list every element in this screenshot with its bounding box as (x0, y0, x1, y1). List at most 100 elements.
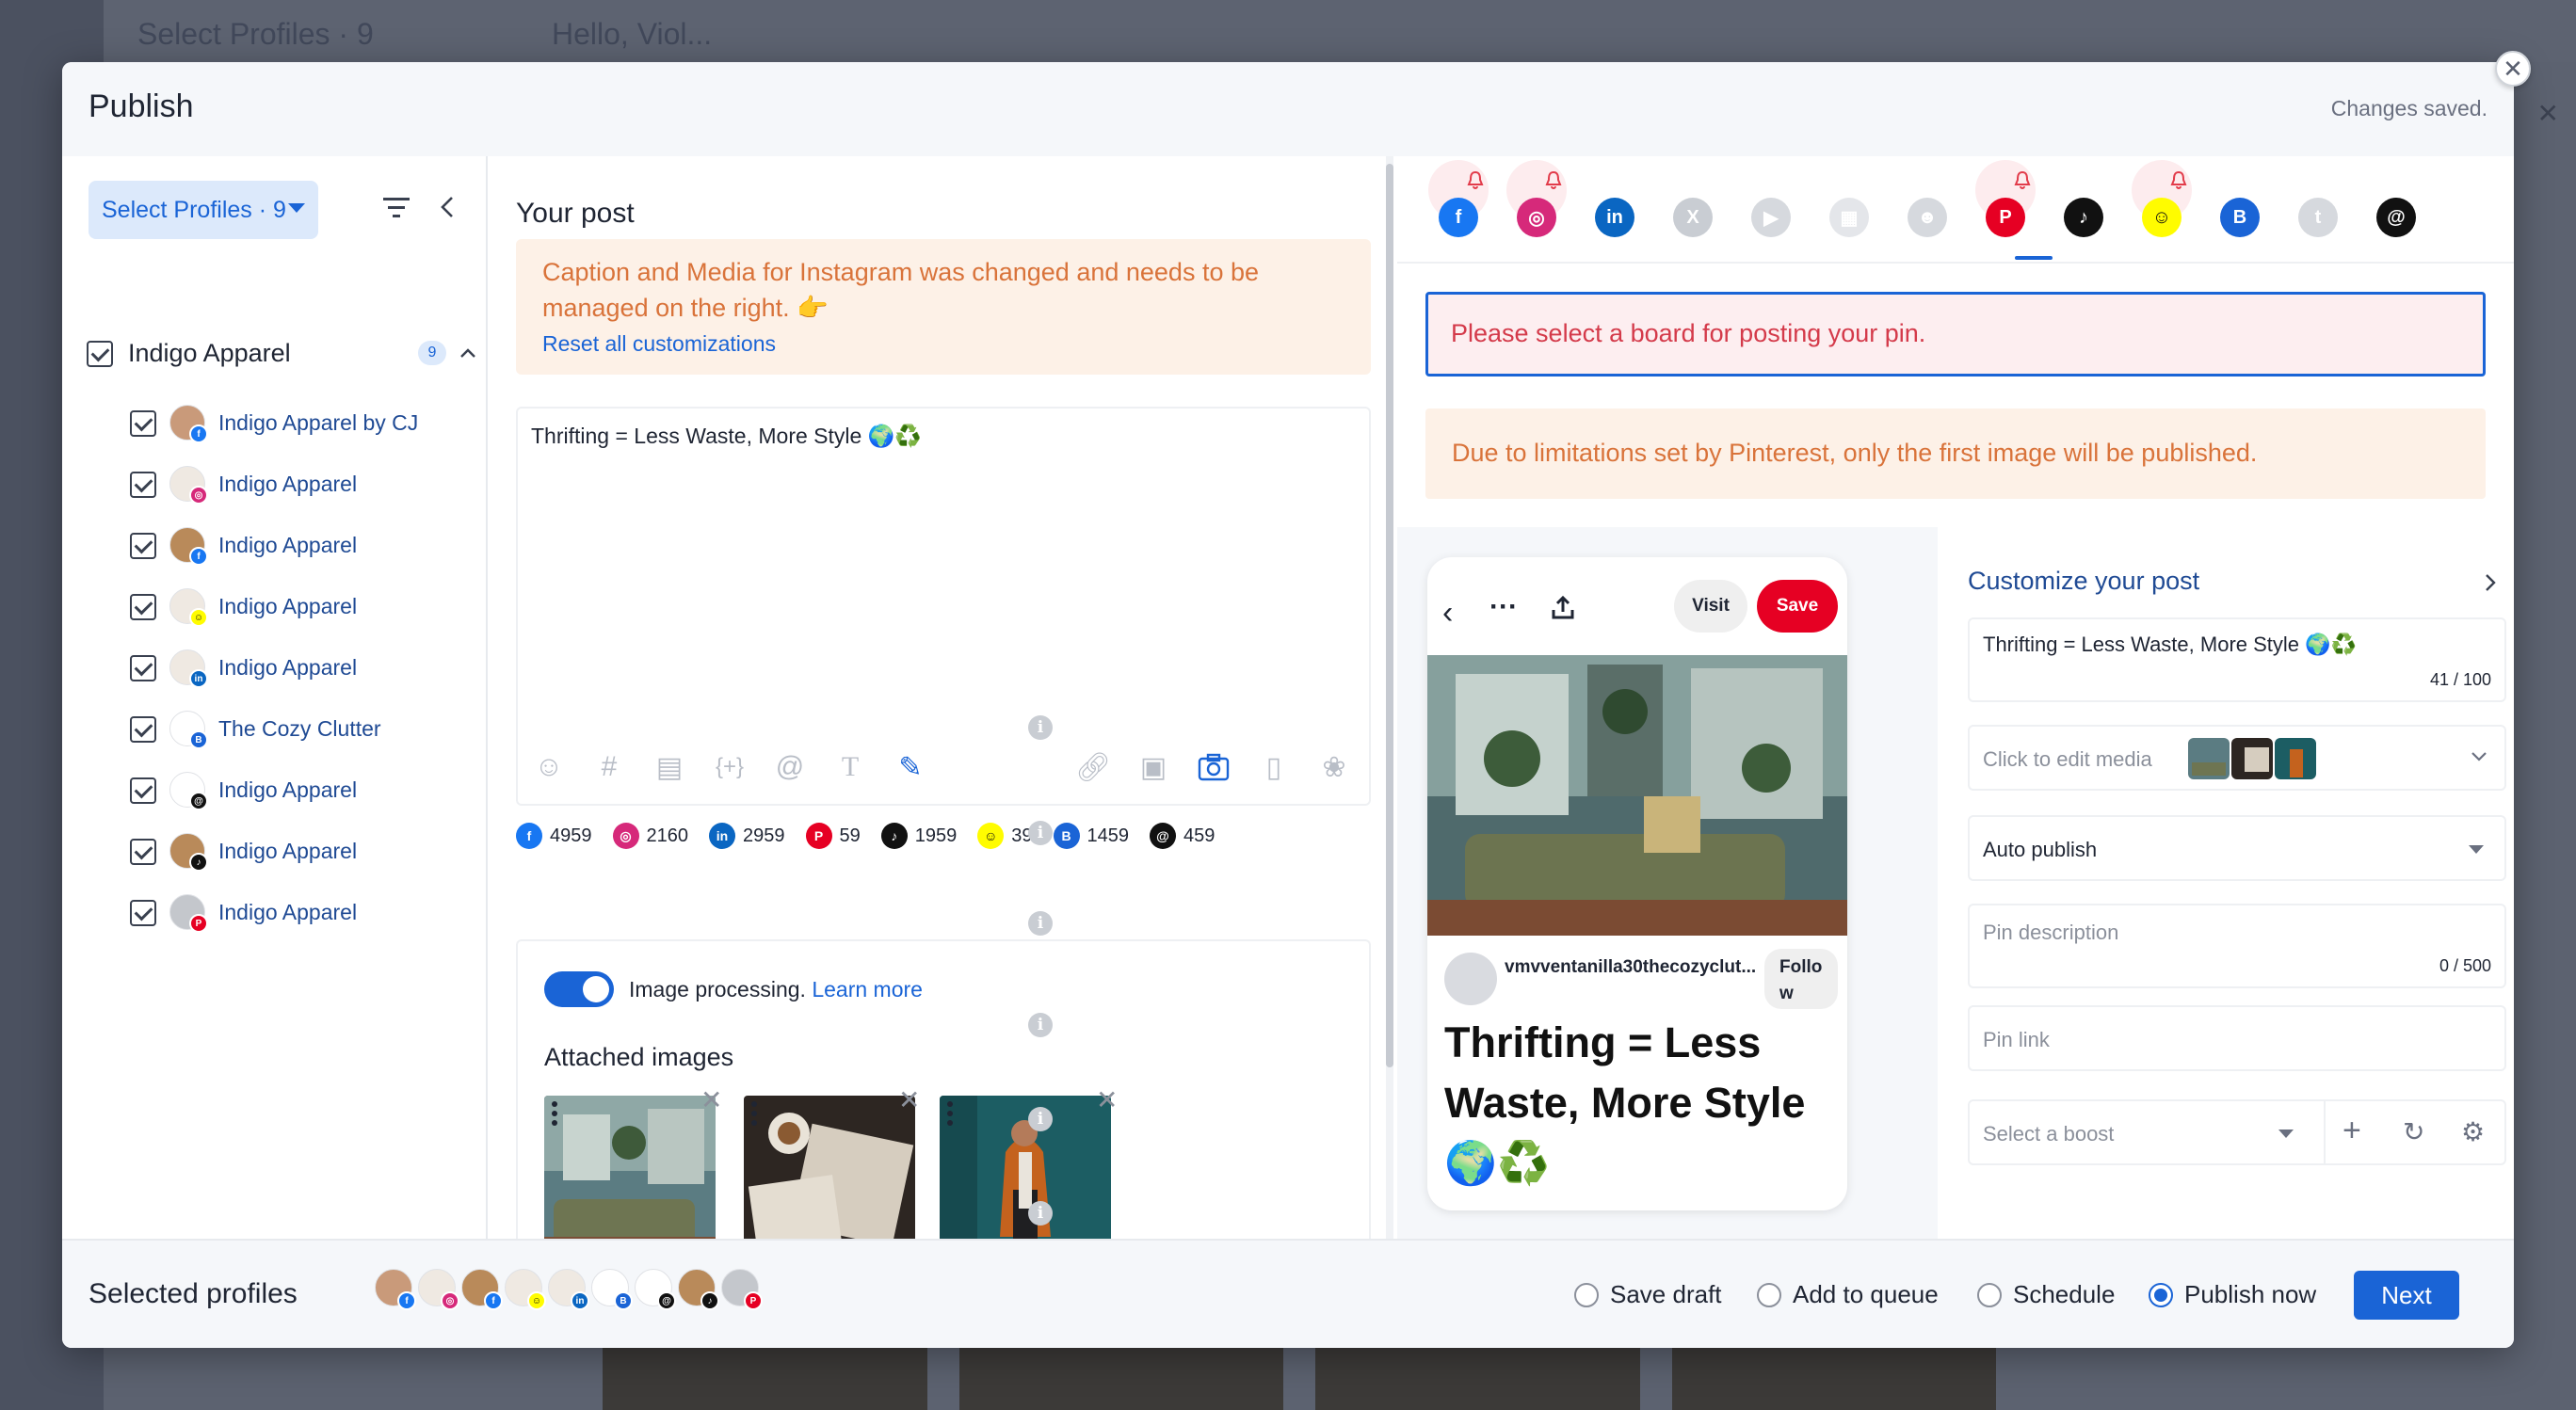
avatar: f (169, 405, 208, 443)
reset-customizations-link[interactable]: Reset all customizations (542, 331, 776, 357)
chevron-down-icon[interactable] (2471, 751, 2487, 762)
profile-checkbox[interactable] (130, 655, 156, 681)
filter-icon[interactable] (382, 198, 411, 218)
caption-text[interactable]: Thrifting = Less Waste, More Style 🌍♻️ (1983, 633, 2357, 657)
info-icon[interactable]: i (1028, 1013, 1053, 1037)
profile-row-instagram[interactable]: ◎ Indigo Apparel (130, 464, 488, 509)
board-error-box[interactable]: Please select a board for posting your p… (1425, 292, 2486, 377)
remove-image-icon[interactable]: ✕ (898, 1084, 920, 1115)
video-icon[interactable]: ▣ (1135, 749, 1171, 785)
tab-youtube-icon[interactable]: ▶ (1751, 198, 1791, 237)
tab-google-ads-icon[interactable]: ▦ (1829, 198, 1869, 237)
profile-checkbox[interactable] (130, 410, 156, 437)
publish-mode-select[interactable]: Auto publish (1968, 815, 2506, 881)
profile-row-pinterest[interactable]: P Indigo Apparel (130, 892, 488, 937)
add-boost-icon[interactable]: + (2343, 1113, 2361, 1149)
save-draft-option[interactable]: Save draft (1574, 1280, 1722, 1309)
remove-image-icon[interactable]: ✕ (1096, 1084, 1118, 1115)
profile-checkbox[interactable] (130, 716, 156, 743)
profile-row-threads[interactable]: @ Indigo Apparel (130, 770, 488, 815)
selected-profile-avatar[interactable]: P (721, 1269, 763, 1310)
radio-button[interactable] (1574, 1282, 1599, 1307)
post-text-editor[interactable]: Thrifting = Less Waste, More Style 🌍♻️ ☺… (516, 407, 1371, 806)
tab-threads-icon[interactable]: @ (2376, 198, 2416, 237)
info-icon[interactable]: i (1028, 821, 1053, 845)
caption-field[interactable]: Thrifting = Less Waste, More Style 🌍♻️ 4… (1968, 617, 2506, 702)
tab-pinterest-icon[interactable]: P (1986, 198, 2025, 237)
profile-row-google-business[interactable]: B The Cozy Clutter (130, 709, 488, 754)
editor-scrollbar[interactable] (1386, 156, 1393, 1239)
info-icon[interactable]: i (1028, 911, 1053, 936)
profile-checkbox[interactable] (130, 839, 156, 865)
chevron-left-icon[interactable] (437, 194, 459, 220)
ai-icon[interactable]: ❀ (1316, 749, 1352, 785)
remove-image-icon[interactable]: ✕ (700, 1084, 722, 1115)
radio-button[interactable] (1977, 1282, 2002, 1307)
tab-facebook-icon[interactable]: f (1439, 198, 1478, 237)
post-text[interactable]: Thrifting = Less Waste, More Style 🌍♻️ (531, 424, 922, 449)
link-icon[interactable]: 🔗︎ (1075, 749, 1111, 785)
refresh-icon[interactable]: ↻ (2403, 1116, 2424, 1147)
template-icon[interactable]: ▤ (652, 749, 687, 785)
chevron-up-icon[interactable] (458, 343, 478, 363)
radio-button[interactable] (2149, 1282, 2173, 1307)
camera-icon[interactable] (1196, 749, 1232, 785)
selected-profile-avatar[interactable]: ♪ (678, 1269, 719, 1310)
profile-checkbox[interactable] (130, 594, 156, 620)
document-icon[interactable]: ▯ (1256, 749, 1292, 785)
profile-row-facebook[interactable]: f Indigo Apparel by CJ (130, 403, 488, 448)
pin-link-field[interactable]: Pin link (1968, 1005, 2506, 1071)
boost-select[interactable]: Select a boost + ↻ ⚙ (1968, 1099, 2506, 1165)
info-icon[interactable]: i (1028, 1107, 1053, 1131)
add-to-queue-option[interactable]: Add to queue (1757, 1280, 1939, 1309)
tab-x-icon[interactable]: X (1673, 198, 1713, 237)
publish-now-option[interactable]: Publish now (2149, 1280, 2316, 1309)
chevron-right-icon[interactable] (2482, 572, 2499, 593)
more-vertical-icon[interactable] (552, 1101, 557, 1126)
tab-reddit-icon[interactable]: ☻ (1908, 198, 1947, 237)
edit-media-field[interactable]: Click to edit media (1968, 725, 2506, 791)
selected-profile-avatar[interactable]: f (375, 1269, 416, 1310)
info-icon[interactable]: i (1028, 1201, 1053, 1226)
selected-profile-avatar[interactable]: f (461, 1269, 503, 1310)
profile-checkbox[interactable] (130, 777, 156, 804)
modal-close-button[interactable]: ✕ (2495, 51, 2531, 87)
tab-google-business-icon[interactable]: B (2220, 198, 2260, 237)
profile-row-tiktok[interactable]: ♪ Indigo Apparel (130, 831, 488, 876)
tab-instagram-icon[interactable]: ◎ (1517, 198, 1556, 237)
profile-group[interactable]: Indigo Apparel 9 (87, 339, 475, 373)
profile-checkbox[interactable] (130, 472, 156, 498)
emoji-icon[interactable]: ☺ (531, 749, 567, 785)
selected-profile-avatar[interactable]: in (548, 1269, 589, 1310)
selected-profile-avatar[interactable]: ◎ (418, 1269, 459, 1310)
tab-snapchat-icon[interactable]: ☺ (2142, 198, 2182, 237)
hashtag-icon[interactable]: # (591, 749, 627, 785)
select-profiles-dropdown[interactable]: Select Profiles · 9 (89, 181, 318, 239)
profile-row-snapchat[interactable]: ☺ Indigo Apparel (130, 586, 488, 632)
profile-row-linkedin[interactable]: in Indigo Apparel (130, 648, 488, 693)
profile-checkbox[interactable] (130, 533, 156, 559)
profile-checkbox[interactable] (130, 900, 156, 926)
group-checkbox[interactable] (87, 341, 113, 367)
selected-profile-avatar[interactable]: ☺ (505, 1269, 546, 1310)
tab-tumblr-icon[interactable]: t (2298, 198, 2338, 237)
radio-button[interactable] (1757, 1282, 1781, 1307)
text-format-icon[interactable]: T (832, 749, 868, 785)
mention-icon[interactable]: @ (772, 749, 808, 785)
more-vertical-icon[interactable] (751, 1101, 757, 1126)
image-processing-toggle[interactable] (544, 971, 614, 1007)
variable-icon[interactable]: {+} (712, 749, 748, 785)
selected-profile-avatar[interactable]: B (591, 1269, 633, 1310)
next-button[interactable]: Next (2354, 1271, 2459, 1320)
gear-icon[interactable]: ⚙ (2461, 1116, 2485, 1147)
tab-linkedin-icon[interactable]: in (1595, 198, 1634, 237)
magic-wand-icon[interactable]: ✎ (893, 749, 928, 785)
more-vertical-icon[interactable] (947, 1101, 953, 1126)
learn-more-link[interactable]: Learn more (812, 977, 923, 1001)
pin-description-field[interactable]: Pin description 0 / 500 (1968, 904, 2506, 988)
profile-row-facebook[interactable]: f Indigo Apparel (130, 525, 488, 570)
schedule-option[interactable]: Schedule (1977, 1280, 2115, 1309)
tab-tiktok-icon[interactable]: ♪ (2064, 198, 2103, 237)
info-icon[interactable]: i (1028, 715, 1053, 740)
selected-profile-avatar[interactable]: @ (635, 1269, 676, 1310)
